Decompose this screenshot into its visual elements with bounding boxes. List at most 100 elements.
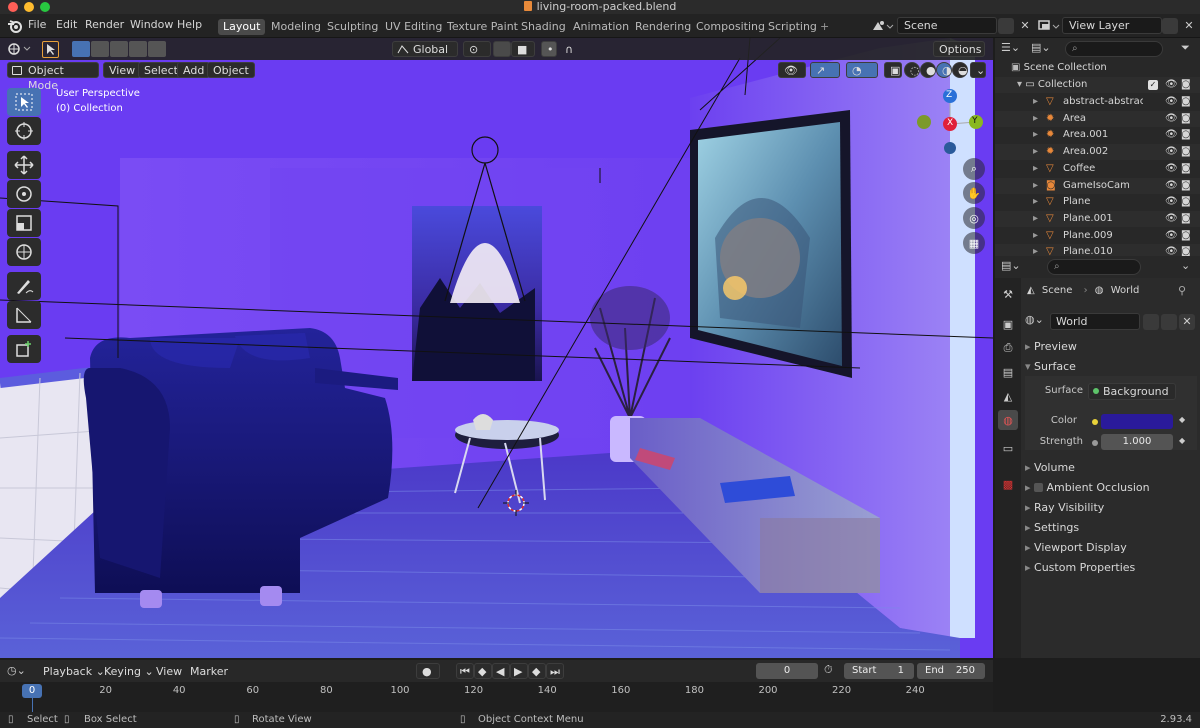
tab-scene-icon[interactable]: ◭ bbox=[998, 386, 1018, 406]
strength-field[interactable]: 1.000 bbox=[1101, 434, 1173, 450]
shading-wireframe-icon[interactable]: ◌ bbox=[904, 62, 920, 78]
tool-scale[interactable] bbox=[7, 209, 41, 237]
outliner-item-render-icon[interactable]: ◙ bbox=[1181, 144, 1191, 160]
outliner-item-row[interactable]: ▸ ▽ Plane 👁 ◙ bbox=[995, 194, 1200, 210]
strength-keyframe-icon[interactable]: ◆ bbox=[1179, 436, 1185, 445]
blender-logo-icon[interactable] bbox=[7, 18, 23, 34]
outliner-item-row[interactable]: ▸ ✹ Area.002 👁 ◙ bbox=[995, 144, 1200, 161]
pan-view-icon[interactable]: ✋ bbox=[963, 182, 985, 204]
select-mode-intersect-icon[interactable] bbox=[148, 41, 166, 57]
camera-view-icon[interactable]: ◎ bbox=[963, 207, 985, 229]
outliner-item-expand-icon[interactable]: ▸ bbox=[1033, 127, 1038, 143]
surface-shader-field[interactable]: Background bbox=[1088, 383, 1176, 400]
xray-toggle-icon[interactable]: ▣ bbox=[884, 62, 902, 78]
collection-expand-icon[interactable]: ▾ bbox=[1017, 79, 1022, 90]
snap-toggle-icon[interactable] bbox=[493, 41, 511, 57]
properties-search-input[interactable]: ⌕ bbox=[1047, 259, 1141, 275]
visibility-icon[interactable]: 👁 bbox=[778, 62, 806, 78]
outliner-item-render-icon[interactable]: ◙ bbox=[1181, 161, 1191, 177]
tab-shading[interactable]: Shading bbox=[516, 19, 571, 35]
scene-field[interactable]: Scene bbox=[897, 17, 997, 34]
view-layer-field[interactable]: View Layer bbox=[1062, 17, 1162, 34]
world-unlink-icon[interactable]: ✕ bbox=[1179, 314, 1195, 330]
outliner-item-expand-icon[interactable]: ▸ bbox=[1033, 111, 1038, 127]
outliner-item-render-icon[interactable]: ◙ bbox=[1181, 127, 1191, 143]
shading-rendered-icon[interactable]: ◒ bbox=[952, 62, 968, 78]
menu-render[interactable]: Render bbox=[85, 18, 124, 31]
tab-layout[interactable]: Layout bbox=[218, 19, 266, 35]
section-ambient-occlusion[interactable]: ▸ Ambient Occlusion bbox=[1025, 481, 1150, 494]
outliner-item-expand-icon[interactable]: ▸ bbox=[1033, 228, 1038, 244]
tab-compositing[interactable]: Compositing bbox=[691, 19, 770, 35]
select-mode-invert-icon[interactable] bbox=[129, 41, 147, 57]
strength-socket-icon[interactable] bbox=[1092, 440, 1098, 446]
transform-orientation-dropdown[interactable]: Global bbox=[392, 41, 458, 57]
outliner-item-visibility-icon[interactable]: 👁 bbox=[1165, 228, 1178, 244]
outliner-item-expand-icon[interactable]: ▸ bbox=[1033, 144, 1038, 160]
outliner-item-visibility-icon[interactable]: 👁 bbox=[1165, 161, 1178, 177]
section-preview[interactable]: ▸ Preview bbox=[1025, 340, 1077, 353]
zoom-window-button[interactable] bbox=[40, 2, 50, 12]
tab-tool-icon[interactable]: ⚒ bbox=[998, 284, 1018, 304]
3d-viewport[interactable]: Global ⊙ ■ • ∩ Options ⌄ Object Mode Vie… bbox=[0, 38, 993, 658]
delete-scene-icon[interactable]: ✕ bbox=[1017, 18, 1033, 34]
pin-icon[interactable]: ⚲ bbox=[1178, 284, 1186, 297]
tool-transform[interactable] bbox=[7, 238, 41, 266]
menu-file[interactable]: File bbox=[28, 18, 46, 31]
color-swatch[interactable] bbox=[1101, 414, 1173, 429]
proportional-falloff-icon[interactable]: ∩ bbox=[559, 41, 587, 57]
gizmo-toggle-icon[interactable]: ↗ bbox=[810, 62, 840, 78]
color-keyframe-icon[interactable]: ◆ bbox=[1179, 415, 1185, 424]
outliner-item-row[interactable]: ▸ ✹ Area 👁 ◙ bbox=[995, 110, 1200, 127]
view-layer-icon[interactable] bbox=[1036, 18, 1060, 34]
tab-view-layer-icon[interactable]: ▤ bbox=[998, 362, 1018, 382]
color-socket-icon[interactable] bbox=[1092, 419, 1098, 425]
outliner-item-expand-icon[interactable]: ▸ bbox=[1033, 178, 1038, 194]
outliner-item-expand-icon[interactable]: ▸ bbox=[1033, 194, 1038, 210]
outliner-item-row[interactable]: ▸ ▽ Plane.009 👁 ◙ bbox=[995, 228, 1200, 244]
delete-view-layer-icon[interactable]: ✕ bbox=[1181, 18, 1197, 34]
collection-render-icon[interactable]: ◙ bbox=[1181, 77, 1191, 93]
outliner-item-row[interactable]: ▸ ▽ Plane.001 👁 ◙ bbox=[995, 210, 1200, 227]
zoom-view-icon[interactable]: ⌕ bbox=[963, 158, 985, 180]
new-scene-icon[interactable] bbox=[998, 18, 1014, 34]
minimize-window-button[interactable] bbox=[24, 2, 34, 12]
shading-options-icon[interactable]: ⌄ bbox=[970, 62, 986, 78]
section-volume[interactable]: ▸ Volume bbox=[1025, 461, 1075, 474]
section-surface[interactable]: ▾ Surface bbox=[1025, 360, 1076, 373]
outliner-item-visibility-icon[interactable]: 👁 bbox=[1165, 194, 1178, 210]
menu-window[interactable]: Window bbox=[130, 18, 173, 31]
overlay-toggle-icon[interactable]: ◔ bbox=[846, 62, 878, 78]
section-ray-visibility[interactable]: ▸ Ray Visibility bbox=[1025, 501, 1104, 514]
properties-editor-type-icon[interactable]: ▤⌄ bbox=[1001, 259, 1021, 272]
snap-target-icon[interactable]: ■ bbox=[511, 41, 535, 57]
tool-measure[interactable] bbox=[7, 301, 41, 329]
world-browse-icon[interactable]: ◍⌄ bbox=[1025, 313, 1049, 330]
tab-uv-editing[interactable]: UV Editing bbox=[380, 19, 447, 35]
outliner-item-visibility-icon[interactable]: 👁 bbox=[1165, 111, 1178, 127]
view-menu[interactable]: View bbox=[103, 62, 142, 78]
collection-exclude-checkbox[interactable]: ✓ bbox=[1148, 80, 1158, 90]
pivot-point-icon[interactable]: ⊙ bbox=[463, 41, 491, 57]
add-menu[interactable]: Add bbox=[177, 62, 211, 78]
tool-select-box[interactable] bbox=[7, 88, 41, 116]
tool-cursor[interactable] bbox=[7, 117, 41, 145]
outliner-item-render-icon[interactable]: ◙ bbox=[1181, 228, 1191, 244]
outliner-scene-collection-row[interactable]: ▣ Scene Collection bbox=[995, 60, 1200, 76]
tab-collection-icon[interactable]: ▭ bbox=[998, 438, 1018, 458]
outliner-editor-type-icon[interactable]: ☰⌄ bbox=[1001, 41, 1027, 57]
outliner-item-visibility-icon[interactable]: 👁 bbox=[1165, 178, 1178, 194]
select-mode-subtract-icon[interactable] bbox=[110, 41, 128, 57]
outliner-item-render-icon[interactable]: ◙ bbox=[1181, 94, 1191, 110]
properties-options-icon[interactable]: ⌄ bbox=[1181, 259, 1190, 272]
outliner-item-expand-icon[interactable]: ▸ bbox=[1033, 211, 1038, 227]
perspective-toggle-icon[interactable]: ▦ bbox=[963, 232, 985, 254]
outliner-item-render-icon[interactable]: ◙ bbox=[1181, 194, 1191, 210]
tab-render-icon[interactable]: ▣ bbox=[998, 314, 1018, 334]
tool-add-cube[interactable] bbox=[7, 335, 41, 363]
world-fake-user-icon[interactable] bbox=[1143, 314, 1159, 330]
outliner-item-expand-icon[interactable]: ▸ bbox=[1033, 161, 1038, 177]
tab-scripting[interactable]: Scripting bbox=[763, 19, 822, 35]
tab-animation[interactable]: Animation bbox=[568, 19, 634, 35]
select-mode-extend-icon[interactable] bbox=[91, 41, 109, 57]
